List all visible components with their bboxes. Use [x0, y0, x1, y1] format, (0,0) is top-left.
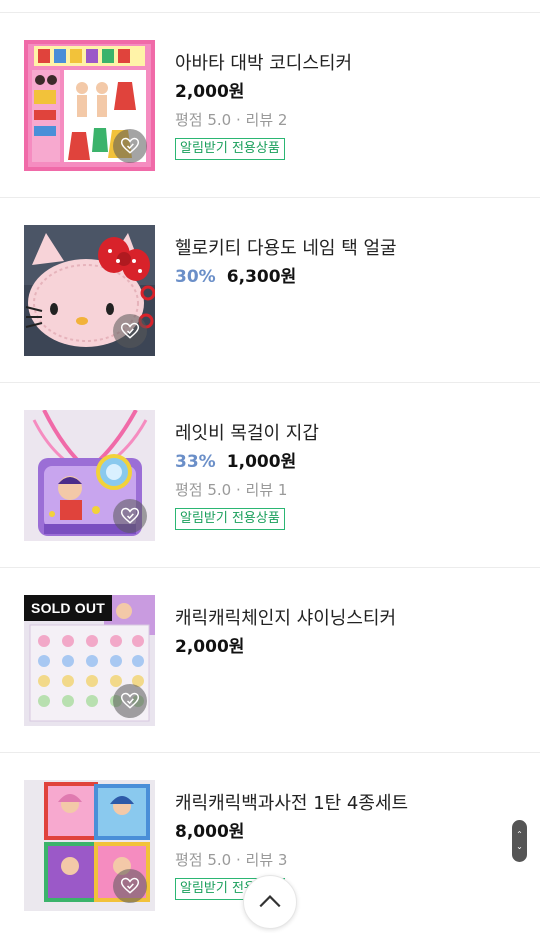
heart-icon: [120, 137, 140, 154]
product-title[interactable]: 아바타 대박 코디스티커: [175, 51, 515, 77]
product-thumbnail[interactable]: [24, 40, 155, 171]
rating-text: 평점 5.0 · 리뷰 2: [175, 111, 288, 129]
heart-icon: [120, 507, 140, 524]
product-thumbnail[interactable]: [24, 780, 155, 911]
wishlist-button[interactable]: [113, 499, 147, 533]
product-info[interactable]: 캐릭캐릭백과사전 1탄 4종세트 8,000원 평점 5.0 · 리뷰 3 알림…: [175, 791, 515, 900]
product-title[interactable]: 헬로키티 다용도 네임 택 얼굴: [175, 236, 515, 262]
wishlist-button[interactable]: [113, 869, 147, 903]
sold-out-label: SOLD OUT: [24, 595, 112, 621]
product-price: 1,000원: [226, 452, 297, 472]
price-row: 33% 1,000원: [175, 449, 515, 475]
scrollbar-thumb[interactable]: ⌃ ⌄: [512, 820, 527, 862]
product-title[interactable]: 레잇비 목걸이 지갑: [175, 421, 515, 447]
product-info[interactable]: 아바타 대박 코디스티커 2,000원 평점 5.0 · 리뷰 2 알림받기 전…: [175, 51, 515, 160]
wishlist-button[interactable]: [113, 129, 147, 163]
heart-icon: [120, 877, 140, 894]
product-title[interactable]: 캐릭캐릭체인지 샤이닝스티커: [175, 606, 515, 632]
scroll-to-top-button[interactable]: [243, 875, 297, 929]
heart-icon: [120, 322, 140, 339]
price-row: 30% 6,300원: [175, 264, 515, 290]
discount-rate: 33%: [175, 452, 216, 472]
discount-rate: 30%: [175, 267, 216, 287]
product-price: 6,300원: [226, 267, 297, 287]
wishlist-button[interactable]: [113, 314, 147, 348]
scroll-up-arrow-icon: ⌃: [516, 830, 523, 839]
product-price: 8,000원: [175, 822, 245, 842]
product-title[interactable]: 캐릭캐릭백과사전 1탄 4종세트: [175, 791, 515, 817]
chevron-up-icon: [259, 895, 281, 908]
product-item[interactable]: 헬로키티 다용도 네임 택 얼굴 30% 6,300원: [0, 198, 540, 383]
price-row: 2,000원: [175, 79, 515, 105]
rating-text: 평점 5.0 · 리뷰 3: [175, 851, 288, 869]
rating-text: 평점 5.0 · 리뷰 1: [175, 481, 288, 499]
product-price: 2,000원: [175, 82, 245, 102]
scroll-down-arrow-icon: ⌄: [516, 842, 523, 851]
notify-only-badge: 알림받기 전용상품: [175, 508, 285, 530]
product-item[interactable]: SOLD OUT 캐릭캐릭체인지 샤이닝스티커 2,000원: [0, 568, 540, 753]
product-item[interactable]: 아바타 대박 코디스티커 2,000원 평점 5.0 · 리뷰 2 알림받기 전…: [0, 13, 540, 198]
product-info[interactable]: 캐릭캐릭체인지 샤이닝스티커 2,000원: [175, 606, 515, 660]
price-row: 2,000원: [175, 634, 515, 660]
product-thumbnail[interactable]: [24, 225, 155, 356]
price-row: 8,000원: [175, 819, 515, 845]
product-thumbnail[interactable]: SOLD OUT: [24, 595, 155, 726]
notify-only-badge: 알림받기 전용상품: [175, 138, 285, 160]
product-info[interactable]: 레잇비 목걸이 지갑 33% 1,000원 평점 5.0 · 리뷰 1 알림받기…: [175, 421, 515, 530]
heart-icon: [120, 692, 140, 709]
wishlist-button[interactable]: [113, 684, 147, 718]
product-price: 2,000원: [175, 637, 245, 657]
product-item[interactable]: 레잇비 목걸이 지갑 33% 1,000원 평점 5.0 · 리뷰 1 알림받기…: [0, 383, 540, 568]
product-thumbnail[interactable]: [24, 410, 155, 541]
product-info[interactable]: 헬로키티 다용도 네임 택 얼굴 30% 6,300원: [175, 236, 515, 290]
